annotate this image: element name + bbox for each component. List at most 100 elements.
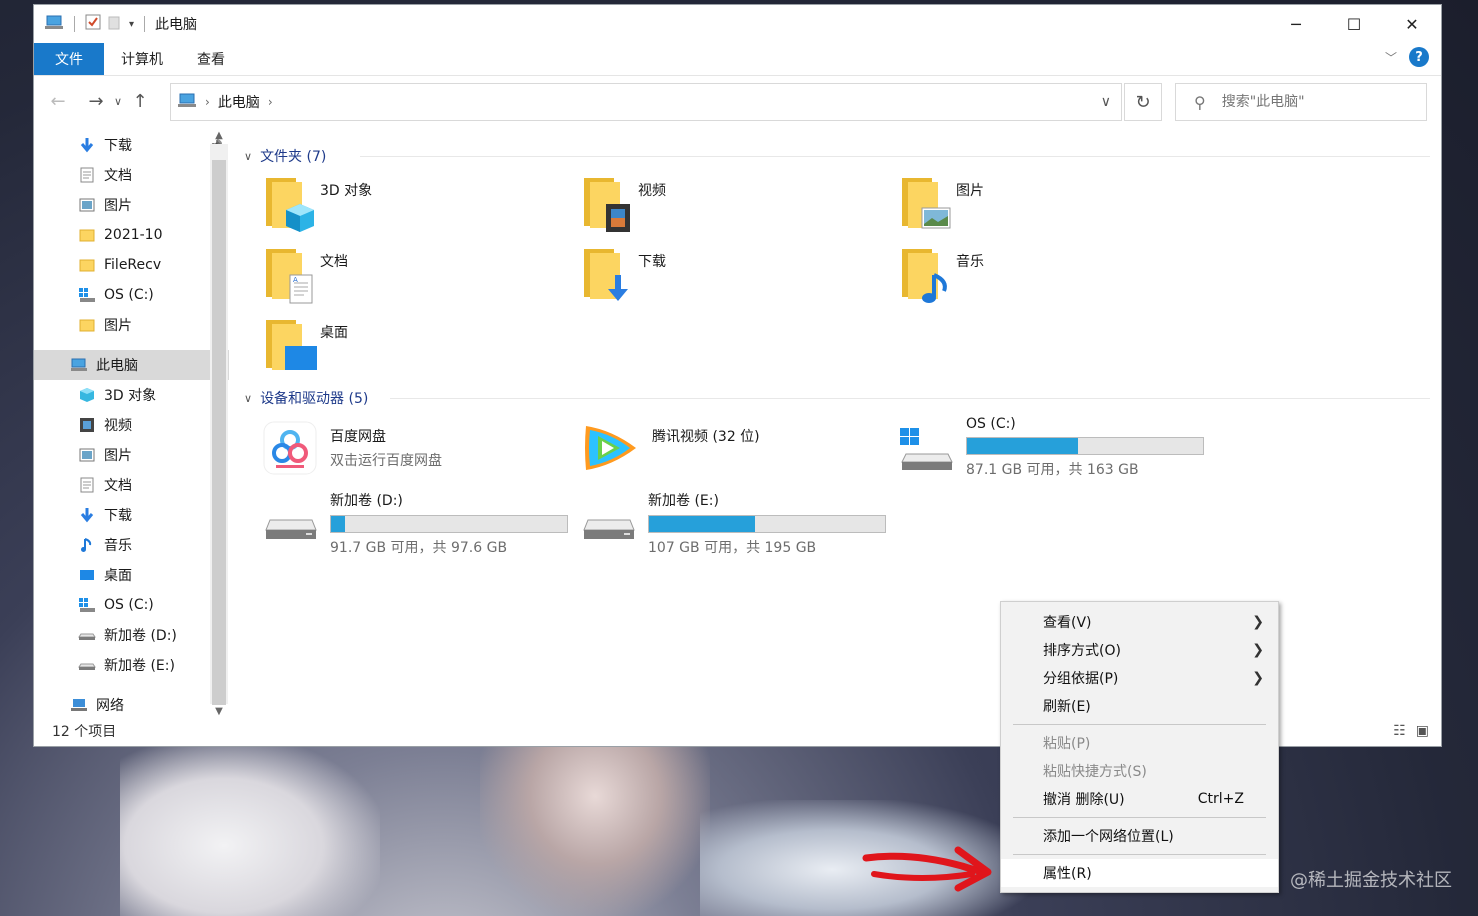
maximize-button[interactable]: ☐ [1325, 5, 1383, 43]
recent-locations-chevron-icon[interactable]: ∨ [110, 95, 126, 108]
sidebar-item[interactable]: 音乐 [34, 530, 229, 560]
folder-tile[interactable]: 3D 对象 [262, 174, 372, 232]
sidebar-item[interactable]: 视频 [34, 410, 229, 440]
windows-drive-icon [78, 287, 96, 303]
scroll-up-icon[interactable]: ▲ [210, 130, 228, 144]
sidebar-item-label: 桌面 [104, 568, 132, 584]
refresh-icon[interactable]: ↻ [1124, 83, 1162, 121]
ribbon-tabs: 文件 计算机 查看 ﹀ ? [34, 43, 1441, 76]
network-icon [70, 697, 88, 713]
up-arrow-icon[interactable]: ↑ [126, 91, 154, 112]
drive-icon [78, 657, 96, 673]
navigation-pane: 下载📌文档📌图片📌2021-10FileRecvOS (C:)图片此电脑3D 对… [34, 130, 229, 720]
3d-objects-icon [262, 174, 314, 232]
windows-drive-icon [78, 597, 96, 613]
quick-access-toolbar: ▾ [34, 14, 149, 34]
sidebar-item[interactable]: 此电脑 [34, 350, 229, 380]
search-box[interactable]: ⚲ [1175, 83, 1427, 121]
download-icon [78, 137, 96, 153]
menu-item-paste[interactable]: 粘贴(P) [1001, 729, 1278, 757]
sidebar-item[interactable]: 桌面 [34, 560, 229, 590]
device-os-c[interactable]: OS (C:) 87.1 GB 可用，共 163 GB [898, 416, 1204, 479]
properties-icon[interactable] [85, 14, 101, 34]
breadcrumb-separator-icon[interactable]: › [205, 95, 210, 109]
collapse-chevron-icon[interactable]: ∨ [244, 150, 252, 163]
scrollbar-thumb[interactable] [212, 160, 226, 705]
sidebar-item[interactable]: 文档📌 [34, 160, 229, 190]
sidebar-item[interactable]: 网络 [34, 690, 229, 720]
details-view-icon[interactable]: ☷ [1393, 723, 1406, 739]
sidebar-item[interactable]: 图片📌 [34, 190, 229, 220]
menu-item-sort[interactable]: 排序方式(O) ❯ [1001, 636, 1278, 664]
scroll-down-icon[interactable]: ▼ [210, 706, 228, 720]
tab-view[interactable]: 查看 [180, 43, 242, 75]
sidebar-item[interactable]: 图片 [34, 310, 229, 340]
device-tencent-video[interactable]: 腾讯视频 (32 位) [580, 420, 760, 480]
sidebar-item[interactable]: 2021-10 [34, 220, 229, 250]
devices-group-header[interactable]: ∨ 设备和驱动器 (5) [244, 388, 368, 408]
sidebar-item[interactable]: 图片 [34, 440, 229, 470]
collapse-chevron-icon[interactable]: ∨ [244, 392, 252, 405]
desktop-icon [262, 316, 317, 370]
folder-tile[interactable]: A 文档 [262, 245, 348, 304]
menu-item-paste-shortcut[interactable]: 粘贴快捷方式(S) [1001, 757, 1278, 785]
device-volume-e[interactable]: 新加卷 (E:) 107 GB 可用，共 195 GB [580, 490, 886, 557]
folder-tile[interactable]: 下载 [580, 245, 666, 301]
device-volume-d[interactable]: 新加卷 (D:) 91.7 GB 可用，共 97.6 GB [262, 490, 568, 557]
sidebar-item[interactable]: 3D 对象 [34, 380, 229, 410]
minimize-button[interactable]: ─ [1267, 5, 1325, 43]
sidebar-item[interactable]: 下载 [34, 500, 229, 530]
document-icon [78, 167, 96, 183]
submenu-arrow-icon: ❯ [1252, 642, 1264, 658]
sidebar-item[interactable]: 新加卷 (E:) [34, 650, 229, 680]
sidebar-item[interactable]: FileRecv [34, 250, 229, 280]
new-folder-icon[interactable] [107, 14, 123, 34]
breadcrumb[interactable]: 此电脑 [218, 92, 260, 112]
folder-tile[interactable]: 图片 [898, 174, 984, 229]
storage-usage-fill [331, 516, 346, 532]
large-icons-view-icon[interactable]: ▣ [1416, 723, 1429, 739]
menu-separator [1013, 724, 1266, 725]
tab-file[interactable]: 文件 [34, 43, 104, 75]
sidebar-item[interactable]: 文档 [34, 470, 229, 500]
folder-tile[interactable]: 音乐 [898, 245, 984, 303]
customize-qa-dropdown-icon[interactable]: ▾ [129, 19, 134, 30]
sidebar-item[interactable]: OS (C:) [34, 280, 229, 310]
folder-tile[interactable]: 视频 [580, 174, 666, 232]
sidebar-item-label: OS (C:) [104, 287, 154, 303]
menu-item-add-network-location[interactable]: 添加一个网络位置(L) [1001, 822, 1278, 850]
menu-item-group[interactable]: 分组依据(P) ❯ [1001, 664, 1278, 692]
forward-arrow-icon[interactable]: → [82, 91, 110, 112]
window-controls: ─ ☐ ✕ [1267, 5, 1441, 43]
menu-item-undo-delete[interactable]: 撤消 删除(U) Ctrl+Z [1001, 785, 1278, 813]
menu-item-view[interactable]: 查看(V) ❯ [1001, 608, 1278, 636]
document-icon [78, 477, 96, 493]
folder-tile[interactable]: 桌面 [262, 316, 348, 370]
search-input[interactable] [1219, 93, 1404, 111]
close-button[interactable]: ✕ [1383, 5, 1441, 43]
sidebar-item[interactable]: 下载📌 [34, 130, 229, 160]
address-dropdown-icon[interactable]: ∨ [1101, 94, 1111, 110]
watermark: @稀土掘金技术社区 [1290, 870, 1452, 891]
sidebar-scrollbar[interactable]: ▲ ▼ [210, 130, 228, 720]
window-title: 此电脑 [155, 17, 198, 33]
storage-usage-bar [330, 515, 568, 533]
address-bar[interactable]: › 此电脑 › ∨ [170, 83, 1122, 121]
video-icon [78, 417, 96, 433]
music-icon [898, 245, 947, 303]
picture-icon [898, 174, 951, 229]
folder-icon [78, 257, 96, 273]
breadcrumb-chevron-icon[interactable]: › [268, 95, 273, 109]
menu-item-properties[interactable]: 属性(R) [1001, 859, 1278, 887]
menu-separator [1013, 817, 1266, 818]
sidebar-item[interactable]: 新加卷 (D:) [34, 620, 229, 650]
back-arrow-icon[interactable]: ← [44, 91, 72, 112]
sidebar-item[interactable]: OS (C:) [34, 590, 229, 620]
folders-group-header[interactable]: ∨ 文件夹 (7) [244, 146, 326, 166]
menu-item-refresh[interactable]: 刷新(E) [1001, 692, 1278, 720]
device-baidu-netdisk[interactable]: 百度网盘 双击运行百度网盘 [262, 420, 442, 480]
expand-ribbon-icon[interactable]: ﹀ [1385, 49, 1397, 66]
tab-computer[interactable]: 计算机 [104, 43, 180, 75]
folder-label: 图片 [956, 183, 984, 199]
help-button[interactable]: ? [1409, 47, 1429, 67]
